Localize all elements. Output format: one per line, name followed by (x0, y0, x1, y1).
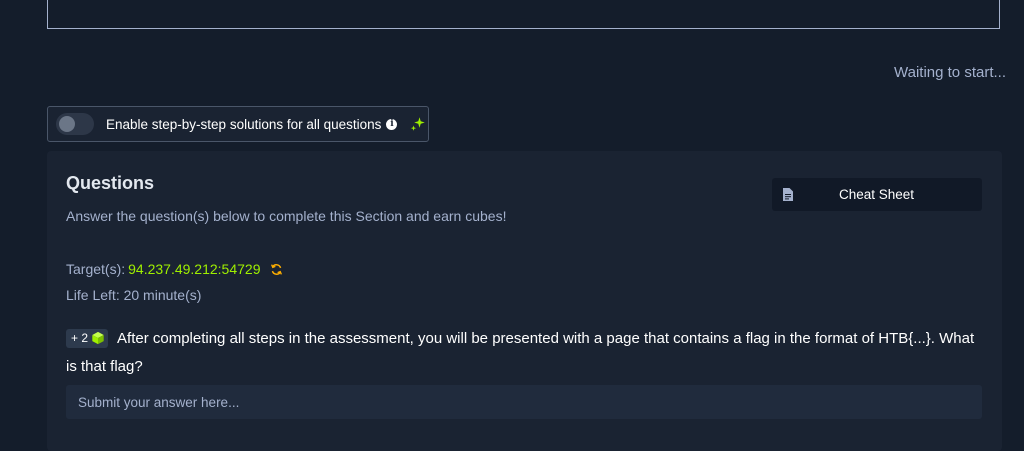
cube-icon (92, 331, 104, 345)
cheat-sheet-label: Cheat Sheet (838, 187, 915, 202)
status-text: Waiting to start... (894, 64, 1006, 81)
question-text: After completing all steps in the assess… (66, 330, 975, 375)
step-by-step-switch[interactable] (56, 113, 94, 135)
question-item: + 2 After completing all steps in the as… (66, 325, 986, 381)
cube-reward-count: + 2 (71, 331, 89, 345)
questions-panel: Questions Answer the question(s) below t… (47, 151, 1002, 451)
life-left: Life Left: 20 minute(s) (66, 287, 202, 303)
info-icon[interactable]: i (386, 118, 398, 130)
refresh-icon[interactable] (270, 263, 283, 276)
document-icon (783, 188, 793, 201)
questions-title: Questions (66, 173, 155, 193)
terminal-frame (47, 0, 1000, 29)
target-value[interactable]: 94.237.49.212:54729 (128, 261, 260, 277)
step-by-step-toggle-bar: Enable step-by-step solutions for all qu… (47, 106, 429, 142)
sparkle-icon (411, 117, 426, 131)
answer-input[interactable] (66, 385, 982, 419)
cheat-sheet-button[interactable]: Cheat Sheet (772, 178, 982, 211)
switch-knob (59, 116, 75, 132)
target-line: Target(s): 94.237.49.212:54729 (66, 261, 283, 277)
cube-reward-badge: + 2 (66, 328, 109, 348)
questions-subtitle: Answer the question(s) below to complete… (66, 208, 507, 224)
toggle-label: Enable step-by-step solutions for all qu… (106, 116, 382, 132)
target-label: Target(s): (66, 261, 126, 277)
